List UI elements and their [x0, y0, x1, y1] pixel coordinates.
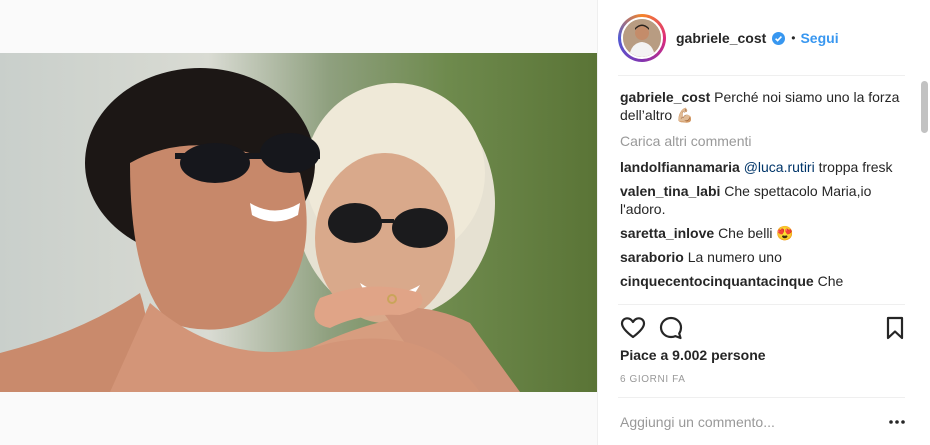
avatar-image: [623, 19, 661, 57]
caption-username[interactable]: gabriele_cost: [620, 89, 710, 105]
comments-list[interactable]: gabriele_cost Perché noi siamo uno la fo…: [620, 88, 910, 304]
post-timestamp: 6 GIORNI FA: [620, 374, 686, 385]
comment-item: landolfiannamaria @luca.rutiri troppa fr…: [620, 158, 910, 176]
comment-mention[interactable]: @luca.rutiri: [744, 159, 815, 175]
story-ring[interactable]: [618, 14, 666, 62]
verified-badge-icon: [772, 31, 786, 45]
comment-text: troppa fresk: [818, 159, 893, 175]
avatar[interactable]: [621, 17, 663, 59]
input-divider: [618, 397, 905, 398]
comment-username[interactable]: valen_tina_labi: [620, 183, 720, 199]
comment-input[interactable]: [620, 412, 860, 432]
comment-item: valen_tina_labi Che spettacolo Maria,io …: [620, 182, 910, 218]
instagram-post-view: gabriele_cost • Segui gabriele_cost Perc…: [0, 0, 930, 445]
author-username[interactable]: gabriele_cost: [676, 30, 766, 46]
post-header: gabriele_cost • Segui: [598, 0, 930, 76]
comment-item: saraborio La numero uno: [620, 248, 910, 266]
caption: gabriele_cost Perché noi siamo uno la fo…: [620, 88, 910, 124]
comment-text: Che belli 😍: [718, 225, 794, 241]
post-actions: [620, 313, 910, 343]
likes-count[interactable]: Piace a 9.002 persone: [620, 347, 766, 363]
actions-divider: [618, 304, 905, 305]
media-column: [0, 0, 597, 445]
header-divider: [618, 75, 905, 76]
photo-illustration: [0, 53, 597, 392]
follow-button[interactable]: Segui: [800, 30, 838, 46]
comment-text: Che: [817, 273, 844, 289]
comment-text: La numero uno: [687, 249, 782, 265]
post-photo[interactable]: [0, 53, 597, 392]
scrollbar-thumb[interactable]: [921, 81, 928, 133]
comments-scrollbar[interactable]: [921, 78, 928, 301]
comment-username[interactable]: saretta_inlove: [620, 225, 714, 241]
comment-username[interactable]: landolfiannamaria: [620, 159, 740, 175]
comment-username[interactable]: saraborio: [620, 249, 684, 265]
separator-dot: •: [791, 31, 796, 45]
comment-item: cinquecentocinquantacinque Che: [620, 272, 910, 290]
more-options-icon[interactable]: [888, 414, 906, 424]
comment-username[interactable]: cinquecentocinquantacinque: [620, 273, 814, 289]
bookmark-icon[interactable]: [882, 315, 908, 341]
heart-icon[interactable]: [620, 315, 646, 341]
comment-bubble-icon[interactable]: [658, 315, 684, 341]
comment-item: saretta_inlove Che belli 😍: [620, 224, 910, 242]
post-side-panel: gabriele_cost • Segui gabriele_cost Perc…: [597, 0, 930, 445]
load-more-comments-button[interactable]: Carica altri commenti: [620, 132, 910, 150]
